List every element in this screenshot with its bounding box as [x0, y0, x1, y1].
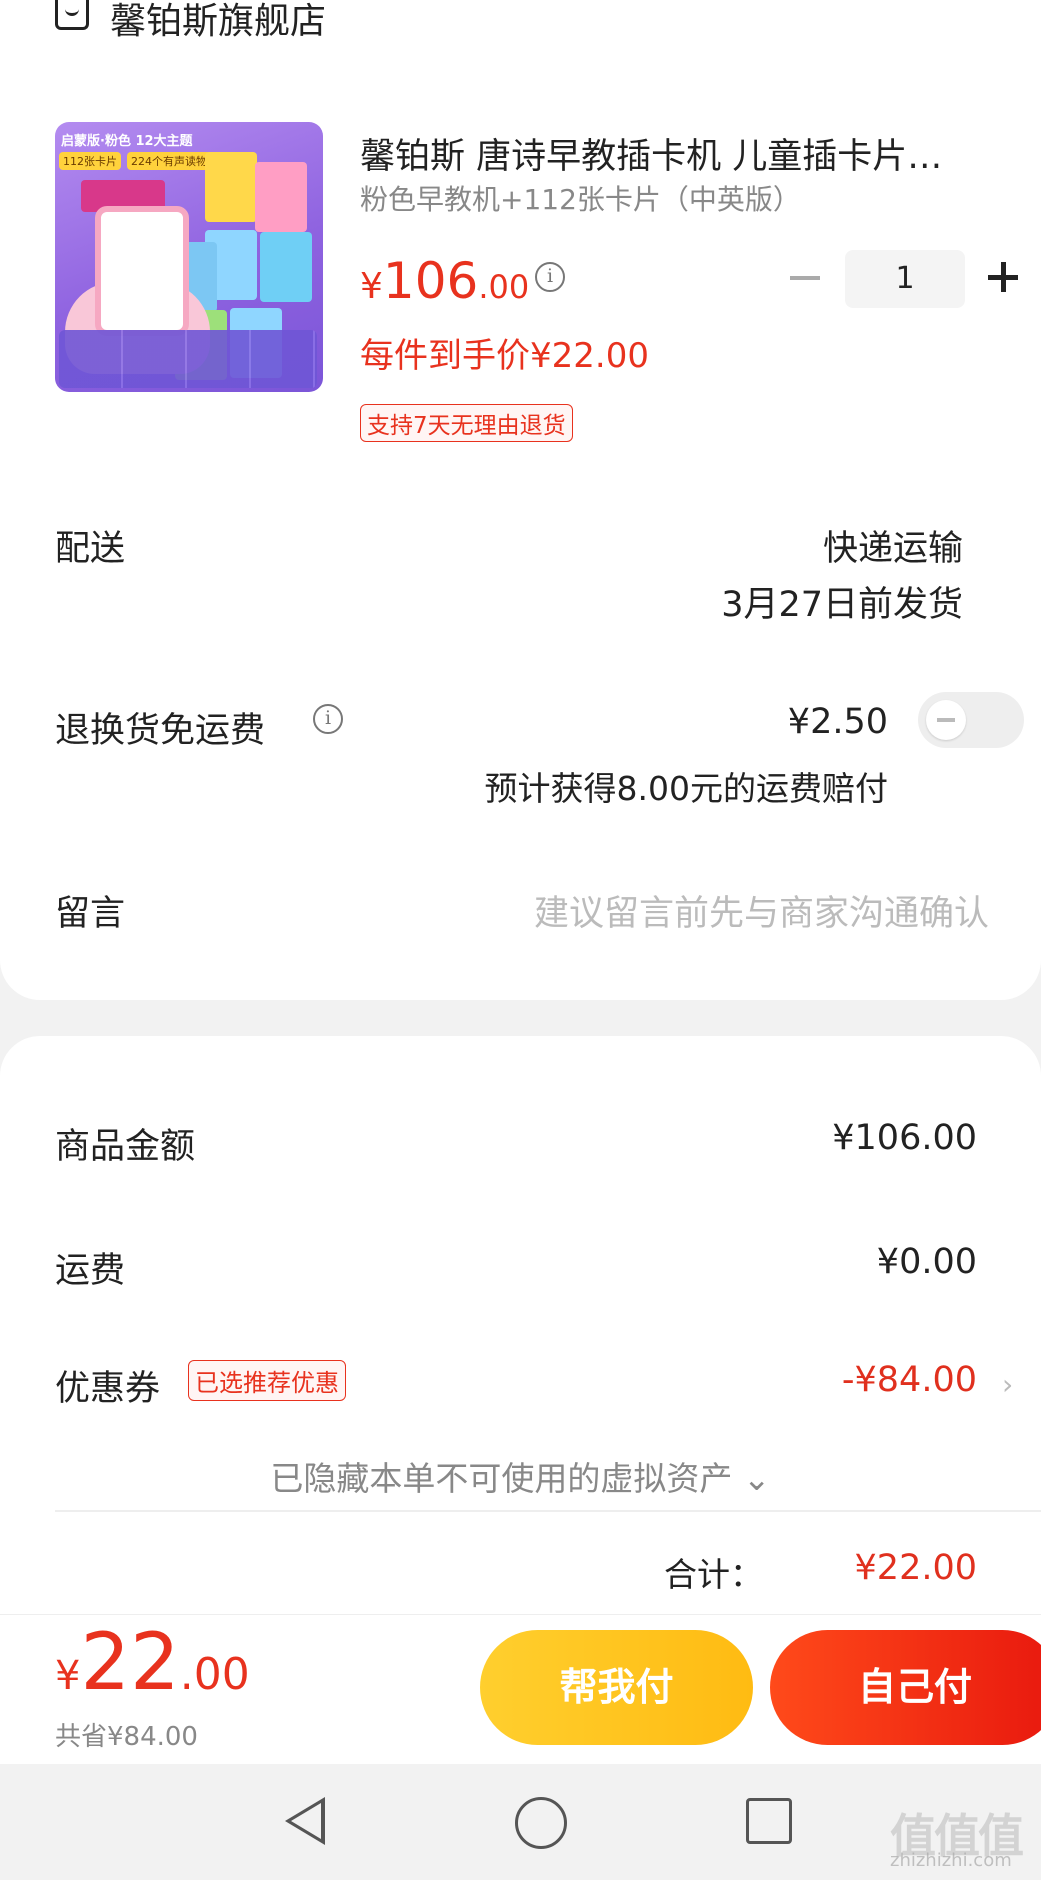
- product-image-tag: 112张卡片: [59, 152, 121, 170]
- product-image[interactable]: 启蒙版·粉色 12大主题 112张卡片 224个有声读物: [55, 122, 323, 392]
- coupon-badge: 已选推荐优惠: [188, 1360, 346, 1401]
- message-label: 留言: [55, 894, 126, 934]
- price-decimal: .00: [179, 1649, 250, 1700]
- toggle-knob: [926, 700, 966, 740]
- price-symbol: ¥: [55, 1653, 81, 1699]
- return-shipping-toggle[interactable]: [918, 692, 1024, 748]
- price-symbol: ¥: [360, 266, 383, 307]
- info-icon[interactable]: i: [535, 262, 565, 292]
- divider: [55, 1510, 1041, 1512]
- product-price: ¥106.00: [360, 252, 529, 310]
- shipping-fee-label: 运费: [55, 1251, 126, 1291]
- recent-apps-icon[interactable]: [746, 1798, 792, 1844]
- shop-icon[interactable]: [55, 0, 89, 30]
- unit-price-after-discount: 每件到手价¥22.00: [360, 336, 649, 376]
- info-icon[interactable]: i: [313, 704, 343, 734]
- pay-myself-button[interactable]: 自己付: [770, 1630, 1041, 1745]
- return-shipping-label: 退换货免运费: [55, 711, 266, 751]
- coupon-value[interactable]: -¥84.00: [842, 1360, 977, 1400]
- delivery-date: 3月27日前发货: [721, 585, 963, 625]
- return-policy-badge: 支持7天无理由退货: [360, 404, 573, 442]
- bottom-total-price: ¥22.00: [55, 1618, 250, 1708]
- plus-icon[interactable]: [1001, 262, 1006, 292]
- goods-amount-label: 商品金额: [55, 1127, 196, 1167]
- product-spec[interactable]: 粉色早教机+112张卡片（中英版）: [360, 178, 801, 218]
- watermark-url: zhizhizhi.com: [890, 1850, 1012, 1871]
- product-image-banner: 启蒙版·粉色 12大主题: [61, 134, 193, 149]
- message-input[interactable]: 建议留言前先与商家沟通确认: [534, 885, 989, 936]
- home-icon[interactable]: [515, 1797, 567, 1849]
- price-integer: 22: [80, 1618, 180, 1708]
- coupon-label[interactable]: 优惠券: [55, 1360, 160, 1411]
- back-icon-inner: [291, 1803, 321, 1839]
- return-shipping-price: ¥2.50: [787, 702, 888, 742]
- total-value: ¥22.00: [854, 1548, 977, 1588]
- quantity-input[interactable]: 1: [845, 250, 965, 308]
- delivery-label: 配送: [55, 529, 126, 569]
- product-image-tag: 224个有声读物: [127, 152, 211, 170]
- saved-amount: 共省¥84.00: [55, 1722, 198, 1752]
- shipping-fee-value: ¥0.00: [876, 1242, 977, 1282]
- goods-amount-value: ¥106.00: [832, 1118, 977, 1158]
- delivery-method[interactable]: 快递运输: [823, 520, 963, 571]
- price-decimal: .00: [478, 268, 530, 306]
- help-me-pay-button[interactable]: 帮我付: [480, 1630, 753, 1745]
- product-title[interactable]: 馨铂斯 唐诗早教插卡机 儿童插卡片…: [360, 128, 942, 179]
- hidden-assets-toggle[interactable]: 已隐藏本单不可使用的虚拟资产 ⌄: [0, 1452, 1041, 1500]
- return-shipping-note: 预计获得8.00元的运费赔付: [484, 769, 888, 808]
- quantity-decrease-button[interactable]: [790, 276, 820, 280]
- price-integer: 106: [382, 252, 479, 310]
- total-label: 合计：: [664, 1555, 763, 1594]
- shop-name[interactable]: 馨铂斯旗舰店: [110, 0, 326, 44]
- chevron-right-icon[interactable]: ›: [1002, 1368, 1013, 1401]
